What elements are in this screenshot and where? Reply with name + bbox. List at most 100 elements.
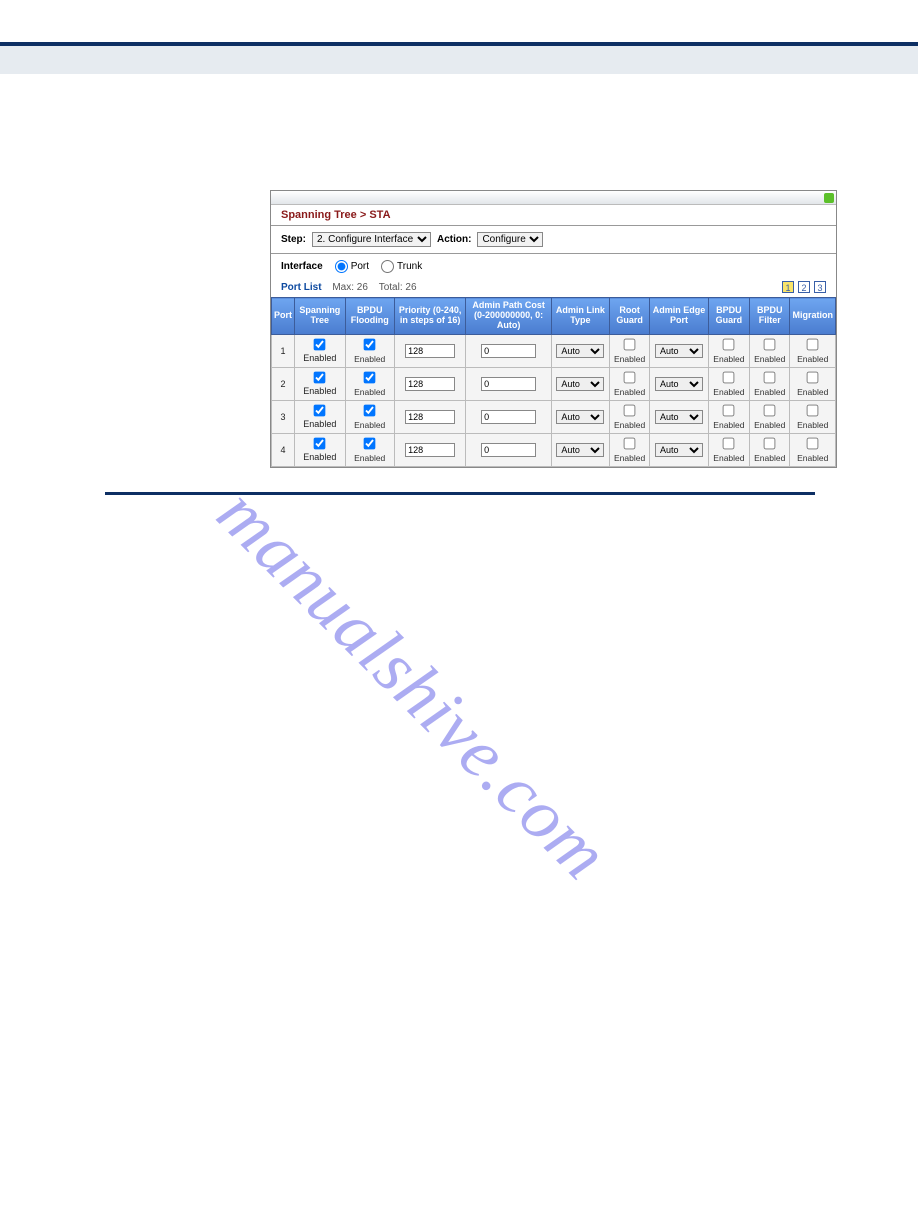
pathcost-input[interactable] (481, 410, 536, 424)
rootguard-checkbox[interactable] (624, 371, 636, 383)
col-bpdu-guard: BPDU Guard (708, 298, 749, 335)
migration-checkbox[interactable] (807, 371, 819, 383)
cell-bpdu-filter: Enabled (750, 433, 790, 466)
col-spanning: Spanning Tree (295, 298, 346, 335)
cell-priority (394, 433, 466, 466)
cell-bpdu-guard: Enabled (708, 334, 749, 367)
bpdu-filter-checkbox[interactable] (764, 371, 776, 383)
pathcost-input[interactable] (481, 443, 536, 457)
table-row: 1 EnabledEnabledAutoEnabledAutoEnabledEn… (272, 334, 836, 367)
cell-pathcost (466, 400, 551, 433)
breadcrumb: Spanning Tree > STA (271, 205, 836, 225)
edgeport-select[interactable]: Auto (655, 344, 703, 358)
cell-bpdu-flood: Enabled (345, 400, 394, 433)
bpdu-flood-checkbox[interactable] (364, 338, 376, 350)
cell-priority (394, 367, 466, 400)
cell-linktype: Auto (551, 334, 609, 367)
filter-bar: Step: 2. Configure Interface Action: Con… (271, 225, 836, 254)
edgeport-select[interactable]: Auto (655, 443, 703, 457)
migration-checkbox[interactable] (807, 338, 819, 350)
cell-linktype: Auto (551, 400, 609, 433)
cell-linktype: Auto (551, 433, 609, 466)
cell-priority (394, 334, 466, 367)
cell-pathcost (466, 334, 551, 367)
trunk-radio-label: Trunk (397, 261, 422, 272)
rootguard-checkbox[interactable] (624, 437, 636, 449)
priority-input[interactable] (405, 443, 455, 457)
cell-edgeport: Auto (650, 367, 709, 400)
linktype-select[interactable]: Auto (556, 410, 604, 424)
col-rootguard: Root Guard (609, 298, 649, 335)
bpdu-filter-checkbox[interactable] (764, 404, 776, 416)
col-port: Port (272, 298, 295, 335)
step-select[interactable]: 2. Configure Interface (312, 232, 431, 247)
help-badge-icon (824, 193, 834, 203)
cell-port: 4 (272, 433, 295, 466)
trunk-radio-input[interactable] (381, 260, 394, 273)
cell-pathcost (466, 433, 551, 466)
table-row: 4 EnabledEnabledAutoEnabledAutoEnabledEn… (272, 433, 836, 466)
bpdu-flood-checkbox[interactable] (364, 371, 376, 383)
migration-checkbox[interactable] (807, 404, 819, 416)
figure-screenshot: Spanning Tree > STA Step: 2. Configure I… (270, 190, 837, 468)
cell-bpdu-filter: Enabled (750, 367, 790, 400)
cell-bpdu-flood: Enabled (345, 433, 394, 466)
rootguard-checkbox[interactable] (624, 338, 636, 350)
interface-trunk-radio[interactable]: Trunk (381, 260, 422, 273)
spanning-checkbox[interactable] (314, 438, 326, 450)
cell-rootguard: Enabled (609, 400, 649, 433)
cell-priority (394, 400, 466, 433)
header-band (0, 46, 918, 74)
cell-rootguard: Enabled (609, 433, 649, 466)
cell-bpdu-filter: Enabled (750, 400, 790, 433)
cell-migration: Enabled (790, 400, 836, 433)
pager-page-1[interactable]: 1 (782, 281, 794, 293)
linktype-select[interactable]: Auto (556, 344, 604, 358)
col-migration: Migration (790, 298, 836, 335)
action-label: Action: (437, 234, 471, 245)
spanning-checkbox[interactable] (314, 405, 326, 417)
bpdu-flood-checkbox[interactable] (364, 437, 376, 449)
cell-migration: Enabled (790, 367, 836, 400)
spanning-checkbox[interactable] (314, 372, 326, 384)
priority-input[interactable] (405, 344, 455, 358)
cell-bpdu-filter: Enabled (750, 334, 790, 367)
table-row: 2 EnabledEnabledAutoEnabledAutoEnabledEn… (272, 367, 836, 400)
edgeport-select[interactable]: Auto (655, 377, 703, 391)
bpdu-guard-checkbox[interactable] (723, 371, 735, 383)
bpdu-guard-checkbox[interactable] (723, 404, 735, 416)
pager-page-3[interactable]: 3 (814, 281, 826, 293)
interface-port-radio[interactable]: Port (335, 260, 369, 273)
watermark-text: manualshive.com (201, 471, 625, 895)
cell-bpdu-guard: Enabled (708, 433, 749, 466)
cell-port: 1 (272, 334, 295, 367)
section-horizontal-rule (105, 492, 815, 495)
spanning-checkbox[interactable] (314, 339, 326, 351)
col-pathcost: Admin Path Cost (0-200000000, 0: Auto) (466, 298, 551, 335)
table-row: 3 EnabledEnabledAutoEnabledAutoEnabledEn… (272, 400, 836, 433)
bpdu-flood-checkbox[interactable] (364, 404, 376, 416)
action-select[interactable]: Configure (477, 232, 543, 247)
port-radio-input[interactable] (335, 260, 348, 273)
bpdu-guard-checkbox[interactable] (723, 437, 735, 449)
cell-bpdu-guard: Enabled (708, 367, 749, 400)
migration-checkbox[interactable] (807, 437, 819, 449)
figure-top-gradient (271, 191, 836, 205)
table-header-row: Port Spanning Tree BPDU Flooding Priorit… (272, 298, 836, 335)
pathcost-input[interactable] (481, 377, 536, 391)
bpdu-filter-checkbox[interactable] (764, 437, 776, 449)
step-label: Step: (281, 234, 306, 245)
pathcost-input[interactable] (481, 344, 536, 358)
cell-port: 2 (272, 367, 295, 400)
bpdu-guard-checkbox[interactable] (723, 338, 735, 350)
priority-input[interactable] (405, 410, 455, 424)
rootguard-checkbox[interactable] (624, 404, 636, 416)
edgeport-select[interactable]: Auto (655, 410, 703, 424)
pager-page-2[interactable]: 2 (798, 281, 810, 293)
port-list-max: Max: 26 (332, 282, 368, 293)
linktype-select[interactable]: Auto (556, 443, 604, 457)
priority-input[interactable] (405, 377, 455, 391)
linktype-select[interactable]: Auto (556, 377, 604, 391)
bpdu-filter-checkbox[interactable] (764, 338, 776, 350)
cell-spanning: Enabled (295, 334, 346, 367)
